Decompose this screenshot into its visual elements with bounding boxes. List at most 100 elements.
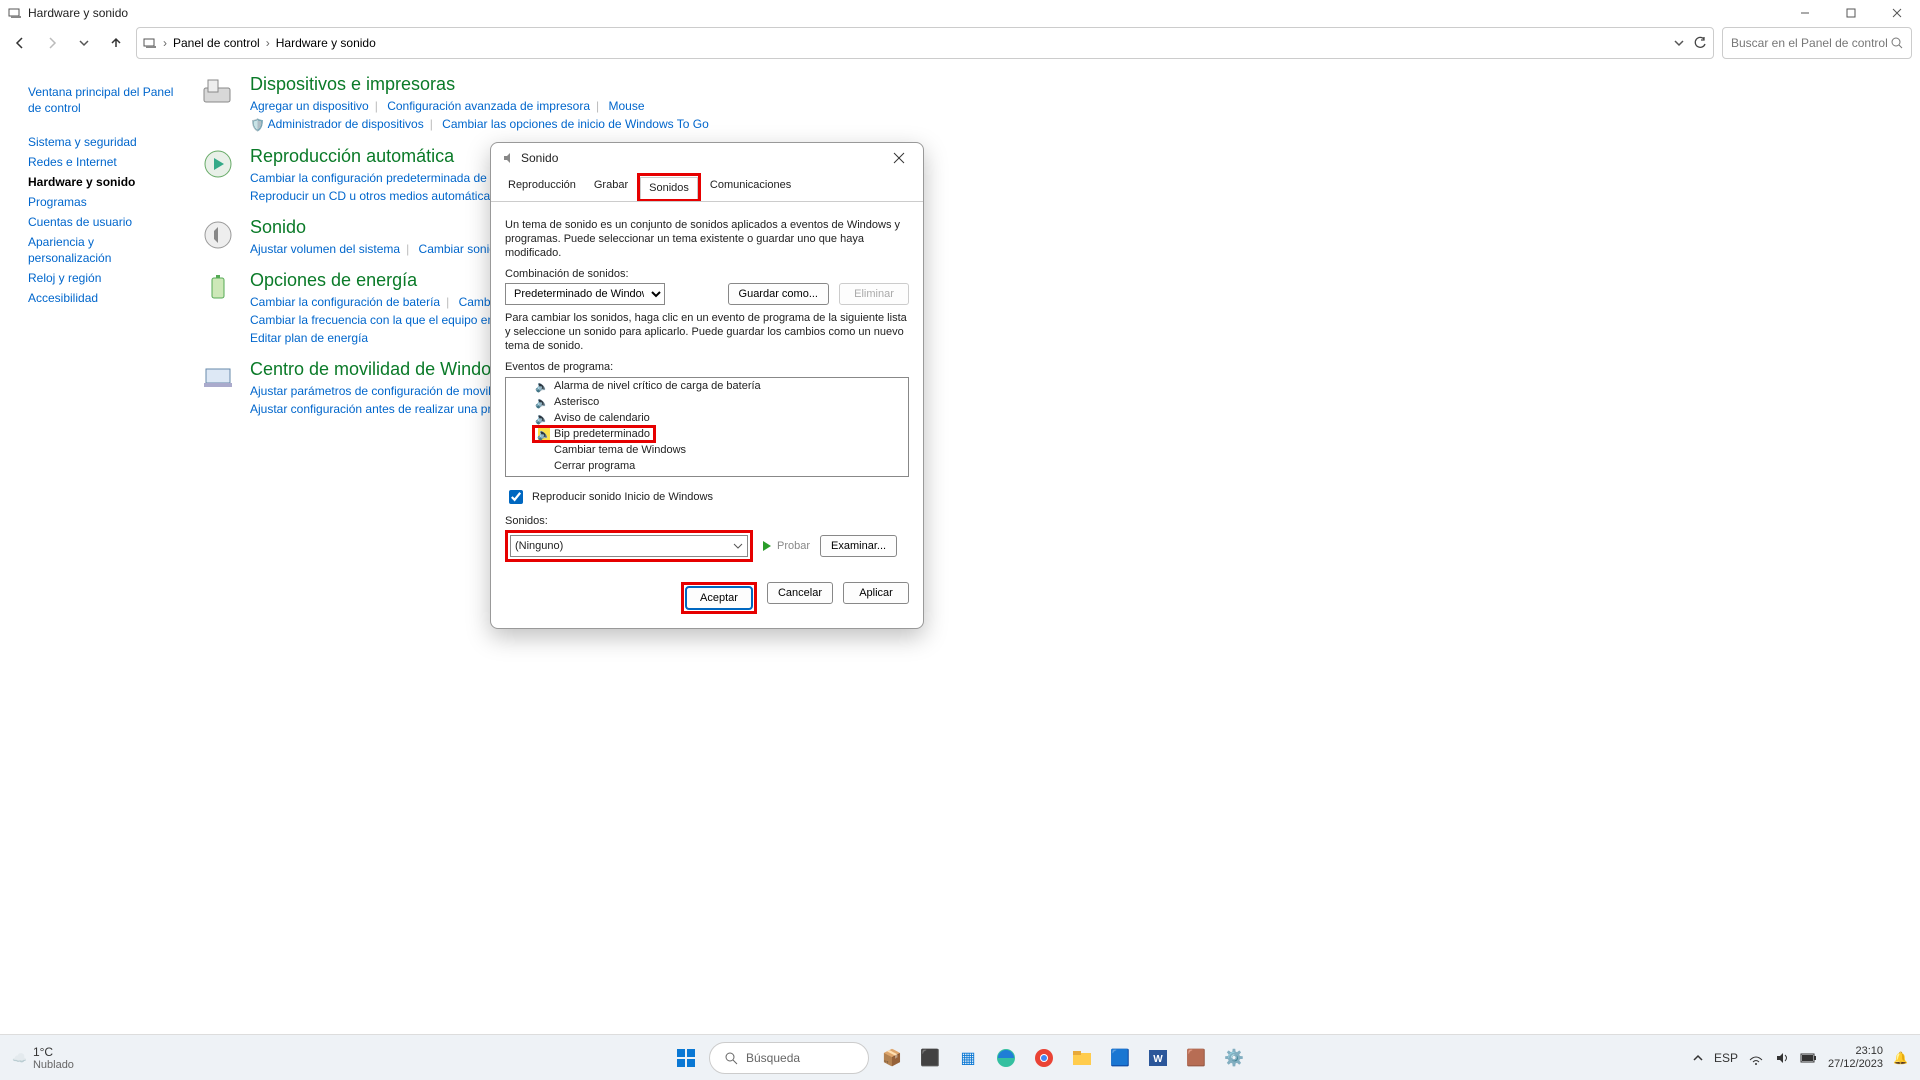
task-view-button[interactable]: ⬛ (915, 1043, 945, 1073)
chevron-down-icon (733, 541, 743, 551)
forward-button[interactable] (40, 31, 64, 55)
taskbar: ☁️ 1°C Nublado Búsqueda 📦 ⬛ ▦ 🟦 W 🟫 ⚙️ E… (0, 1034, 1920, 1080)
events-listbox[interactable]: 🔈 Alarma de nivel crítico de carga de ba… (505, 377, 909, 477)
browse-button[interactable]: Examinar... (820, 535, 897, 557)
sidebar-item-system[interactable]: Sistema y seguridad (28, 134, 180, 150)
play-logon-checkbox-input[interactable] (509, 490, 523, 504)
dialog-title: Sonido (521, 151, 558, 165)
recent-dropdown-button[interactable] (72, 31, 96, 55)
address-bar[interactable]: › Panel de control › Hardware y sonido (136, 27, 1714, 59)
start-button[interactable] (671, 1043, 701, 1073)
save-as-button[interactable]: Guardar como... (728, 283, 829, 305)
section-mobility: Centro de movilidad de Windows Ajustar p… (200, 359, 1900, 418)
link[interactable]: Administrador de dispositivos (268, 117, 424, 131)
sound-dialog: Sonido Reproducción Grabar Sonidos Comun… (490, 142, 924, 629)
language-indicator[interactable]: ESP (1714, 1051, 1738, 1065)
link[interactable]: Mouse (608, 99, 644, 113)
cancel-button[interactable]: Cancelar (767, 582, 833, 604)
sidebar-item-accessibility[interactable]: Accesibilidad (28, 290, 180, 306)
event-item[interactable]: 🔈 Alarma de nivel crítico de carga de ba… (506, 378, 908, 394)
refresh-button[interactable] (1693, 36, 1707, 50)
link[interactable]: Cambiar la configuración de batería (250, 295, 440, 309)
sidebar-item-appearance[interactable]: Apariencia y personalización (28, 234, 180, 266)
link[interactable]: Cambiar las opciones de inicio de Window… (442, 117, 709, 131)
play-logon-checkbox[interactable]: Reproducir sonido Inicio de Windows (505, 487, 909, 507)
mobility-icon (200, 359, 236, 395)
sidebar-item-network[interactable]: Redes e Internet (28, 154, 180, 170)
sidebar-item-accounts[interactable]: Cuentas de usuario (28, 214, 180, 230)
notifications-icon[interactable]: 🔔 (1893, 1051, 1908, 1065)
section-power: Opciones de energía Cambiar la configura… (200, 270, 1900, 347)
sidebar-item-home[interactable]: Ventana principal del Panel de control (28, 84, 180, 116)
weather-desc: Nublado (33, 1059, 74, 1071)
up-button[interactable] (104, 31, 128, 55)
search-icon (724, 1051, 738, 1065)
link[interactable]: Reproducir un CD u otros medios automáti… (250, 189, 523, 203)
explorer-icon[interactable] (1067, 1043, 1097, 1073)
taskbar-app-icon[interactable]: 🟦 (1105, 1043, 1135, 1073)
speaker-small-icon: 🔈 (536, 412, 548, 424)
taskbar-app-icon[interactable]: ▦ (953, 1043, 983, 1073)
close-button[interactable] (1874, 0, 1920, 26)
event-item-selected[interactable]: 🔈 Bip predeterminado (506, 426, 908, 442)
breadcrumb-leaf[interactable]: Hardware y sonido (276, 36, 376, 50)
link[interactable]: Editar plan de energía (250, 331, 368, 345)
section-heading[interactable]: Dispositivos e impresoras (250, 74, 1900, 95)
tray-chevron-icon[interactable] (1692, 1052, 1704, 1064)
taskbar-app-icon[interactable]: 🟫 (1181, 1043, 1211, 1073)
tab-playback[interactable]: Reproducción (499, 174, 585, 202)
blank-icon (536, 460, 548, 472)
sounds-label: Sonidos: (505, 515, 909, 527)
minimize-button[interactable] (1782, 0, 1828, 26)
event-item[interactable]: Cerrar programa (506, 458, 908, 474)
chrome-icon[interactable] (1029, 1043, 1059, 1073)
taskbar-app-icon[interactable]: 📦 (877, 1043, 907, 1073)
content-area: Dispositivos e impresoras Agregar un dis… (190, 60, 1920, 1034)
shield-icon: 🛡️ (250, 118, 265, 132)
maximize-button[interactable] (1828, 0, 1874, 26)
event-item[interactable]: 🔈 Asterisco (506, 394, 908, 410)
power-icon (200, 270, 236, 306)
window-title: Hardware y sonido (28, 6, 128, 20)
breadcrumb-root[interactable]: Panel de control (173, 36, 260, 50)
taskbar-search[interactable]: Búsqueda (709, 1042, 869, 1074)
ok-button[interactable]: Aceptar (686, 587, 752, 609)
sidebar-item-clock[interactable]: Reloj y región (28, 270, 180, 286)
scheme-select[interactable]: Predeterminado de Windows (modificado) (505, 283, 665, 305)
dialog-description-2: Para cambiar los sonidos, haga clic en u… (505, 311, 909, 353)
tab-communications[interactable]: Comunicaciones (701, 174, 800, 202)
battery-icon[interactable] (1800, 1052, 1818, 1064)
events-label: Eventos de programa: (505, 361, 909, 373)
speaker-small-icon: 🔈 (536, 396, 548, 408)
test-button[interactable]: Probar (763, 540, 810, 552)
link[interactable]: Ajustar volumen del sistema (250, 242, 400, 256)
tab-recording[interactable]: Grabar (585, 174, 637, 202)
link[interactable]: Agregar un dispositivo (250, 99, 369, 113)
dialog-tabs: Reproducción Grabar Sonidos Comunicacion… (491, 173, 923, 202)
sidebar-item-hardware[interactable]: Hardware y sonido (28, 174, 180, 190)
back-button[interactable] (8, 31, 32, 55)
sidebar-item-programs[interactable]: Programas (28, 194, 180, 210)
clock[interactable]: 23:10 27/12/2023 (1828, 1045, 1883, 1071)
tab-sounds[interactable]: Sonidos (640, 177, 698, 199)
sounds-select[interactable]: (Ninguno) (510, 535, 748, 557)
apply-button[interactable]: Aplicar (843, 582, 909, 604)
weather-widget[interactable]: ☁️ 1°C Nublado (12, 1045, 74, 1071)
taskbar-app-icon[interactable]: ⚙️ (1219, 1043, 1249, 1073)
edge-icon[interactable] (991, 1043, 1021, 1073)
wifi-icon[interactable] (1748, 1050, 1764, 1066)
link[interactable]: Configuración avanzada de impresora (387, 99, 590, 113)
event-item[interactable]: Cambiar tema de Windows (506, 442, 908, 458)
address-dropdown-button[interactable] (1673, 37, 1685, 49)
search-icon (1891, 37, 1903, 49)
search-placeholder: Buscar en el Panel de control (1731, 36, 1888, 50)
dialog-close-button[interactable] (885, 146, 913, 170)
section-autoplay: Reproducción automática Cambiar la confi… (200, 146, 1900, 205)
autoplay-icon (200, 146, 236, 182)
word-icon[interactable]: W (1143, 1043, 1173, 1073)
event-item[interactable]: 🔈 Aviso de calendario (506, 410, 908, 426)
search-input[interactable]: Buscar en el Panel de control (1722, 27, 1912, 59)
speaker-icon (501, 151, 515, 165)
speaker-small-icon: 🔈 (536, 380, 548, 392)
volume-icon[interactable] (1774, 1050, 1790, 1066)
